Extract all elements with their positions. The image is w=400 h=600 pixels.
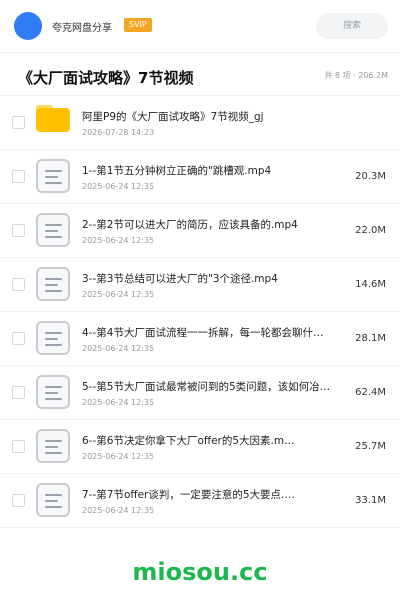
select-checkbox[interactable]: [12, 494, 25, 507]
page-title: 《大厂面试攻略》7节视频: [18, 69, 194, 87]
file-date: 2025-06-24 12:35: [82, 344, 155, 353]
file-size: 14.6M: [355, 279, 386, 290]
watermark: miosou.cc: [132, 558, 268, 586]
file-size: 22.0M: [355, 225, 386, 236]
select-checkbox[interactable]: [12, 224, 25, 237]
file-date: 2026-07-28 14:23: [82, 128, 155, 137]
avatar[interactable]: [14, 12, 42, 40]
list-item[interactable]: 5--第5节大厂面试最常被问到的5类问题，该如何冶… 2025-06-24 12…: [0, 366, 400, 420]
file-date: 2025-06-24 12:35: [82, 506, 155, 515]
list-item[interactable]: 3--第3节总结可以进大厂的"3个途径.mp4 2025-06-24 12:35…: [0, 258, 400, 312]
file-date: 2025-06-24 12:35: [82, 398, 155, 407]
select-checkbox[interactable]: [12, 440, 25, 453]
file-name[interactable]: 7--第7节offer谈判，一定要注意的5大要点.…: [82, 487, 340, 502]
file-date: 2025-06-24 12:35: [82, 182, 155, 191]
video-file-icon: [36, 267, 70, 301]
list-item[interactable]: 阿里P9的《大厂面试攻略》7节视频_gj 2026-07-28 14:23: [0, 96, 400, 150]
select-checkbox[interactable]: [12, 332, 25, 345]
folder-icon: [36, 108, 70, 132]
file-date: 2025-06-24 12:35: [82, 452, 155, 461]
video-file-icon: [36, 321, 70, 355]
svip-badge: SVIP: [124, 18, 152, 32]
file-name[interactable]: 4--第4节大厂面试流程一一拆解，每一轮都会聊什…: [82, 325, 340, 340]
file-size: 62.4M: [355, 387, 386, 398]
select-checkbox[interactable]: [12, 116, 25, 129]
file-name[interactable]: 1--第1节五分钟树立正确的"跳槽观.mp4: [82, 163, 340, 178]
top-bar: 夸克网盘分享 SVIP 搜索: [0, 0, 400, 52]
file-size: 25.7M: [355, 441, 386, 452]
video-file-icon: [36, 213, 70, 247]
video-file-icon: [36, 159, 70, 193]
file-name[interactable]: 3--第3节总结可以进大厂的"3个途径.mp4: [82, 271, 340, 286]
list-item[interactable]: 1--第1节五分钟树立正确的"跳槽观.mp4 2025-06-24 12:35 …: [0, 150, 400, 204]
file-date: 2025-06-24 12:35: [82, 236, 155, 245]
file-name[interactable]: 2--第2节可以进大厂的简历，应该具备的.mp4: [82, 217, 340, 232]
file-name[interactable]: 6--第6节决定你拿下大厂offer的5大因素.m…: [82, 433, 340, 448]
file-name[interactable]: 5--第5节大厂面试最常被问到的5类问题，该如何冶…: [82, 379, 340, 394]
share-header: 《大厂面试攻略》7节视频 共 8 项 · 206.2M: [0, 52, 400, 96]
select-checkbox[interactable]: [12, 386, 25, 399]
list-item[interactable]: 7--第7节offer谈判，一定要注意的5大要点.… 2025-06-24 12…: [0, 474, 400, 528]
video-file-icon: [36, 375, 70, 409]
list-item[interactable]: 6--第6节决定你拿下大厂offer的5大因素.m… 2025-06-24 12…: [0, 420, 400, 474]
select-checkbox[interactable]: [12, 278, 25, 291]
select-checkbox[interactable]: [12, 170, 25, 183]
share-owner-name: 夸克网盘分享: [52, 23, 112, 34]
list-item[interactable]: 4--第4节大厂面试流程一一拆解，每一轮都会聊什… 2025-06-24 12:…: [0, 312, 400, 366]
file-count-size: 共 8 项 · 206.2M: [324, 71, 388, 80]
video-file-icon: [36, 429, 70, 463]
file-size: 20.3M: [355, 171, 386, 182]
file-date: 2025-06-24 12:35: [82, 290, 155, 299]
file-list: 阿里P9的《大厂面试攻略》7节视频_gj 2026-07-28 14:23 1-…: [0, 96, 400, 528]
file-name[interactable]: 阿里P9的《大厂面试攻略》7节视频_gj: [82, 109, 340, 124]
list-item[interactable]: 2--第2节可以进大厂的简历，应该具备的.mp4 2025-06-24 12:3…: [0, 204, 400, 258]
file-size: 33.1M: [355, 495, 386, 506]
search-input[interactable]: 搜索: [316, 13, 388, 39]
file-size: 28.1M: [355, 333, 386, 344]
video-file-icon: [36, 483, 70, 517]
